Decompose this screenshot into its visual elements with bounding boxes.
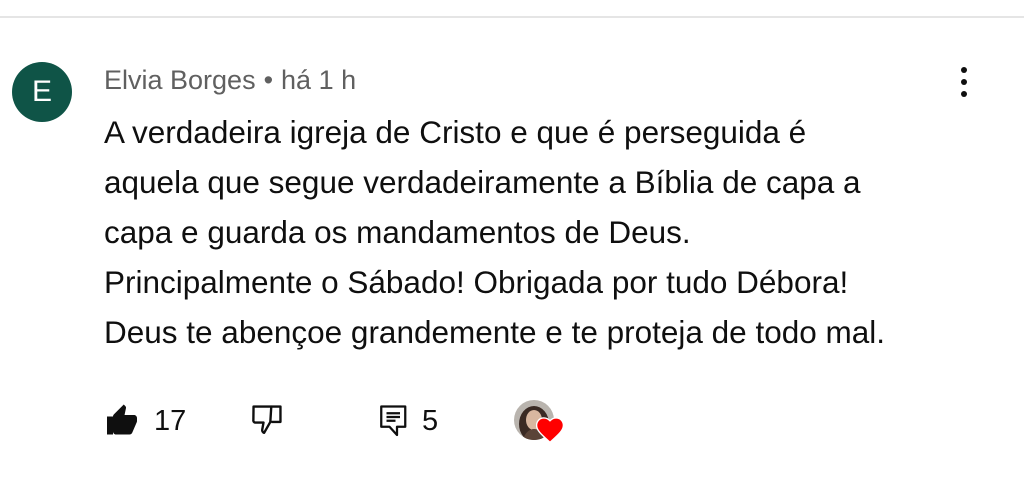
comment-menu-button[interactable]: [944, 60, 984, 104]
like-count: 17: [154, 405, 187, 437]
like-button[interactable]: [104, 403, 140, 439]
comment-text-line: A verdadeira igreja de Cristo e que é pe…: [104, 114, 807, 150]
reply-comment-icon: [380, 405, 407, 437]
comment-header: Elvia Borges • há 1 h: [104, 62, 356, 98]
comment-text: A verdadeira igreja de Cristo e que é pe…: [104, 107, 1004, 357]
thumbs-down-outline-icon: [252, 405, 282, 435]
creator-heart[interactable]: [514, 397, 570, 447]
author-initial: E: [31, 75, 52, 108]
top-divider: [0, 16, 1024, 18]
comment-text-line: Principalmente o Sábado! Obrigada por tu…: [104, 264, 849, 300]
comment-timestamp[interactable]: há 1 h: [281, 65, 356, 95]
thumbs-up-filled-icon: [107, 404, 137, 435]
author-name[interactable]: Elvia Borges: [104, 65, 256, 95]
reply-count: 5: [422, 405, 439, 437]
creator-heart-icon: [536, 417, 564, 443]
reply-button[interactable]: [376, 401, 412, 439]
author-avatar[interactable]: E: [12, 62, 72, 122]
comment-text-line: capa e guarda os mandamentos de Deus.: [104, 214, 691, 250]
header-separator: •: [263, 65, 274, 95]
dislike-button[interactable]: [248, 401, 286, 439]
comment-text-line: Deus te abençoe grandemente e te proteja…: [104, 314, 886, 350]
comment-text-line: aquela que segue verdadeiramente a Bíbli…: [104, 164, 861, 200]
